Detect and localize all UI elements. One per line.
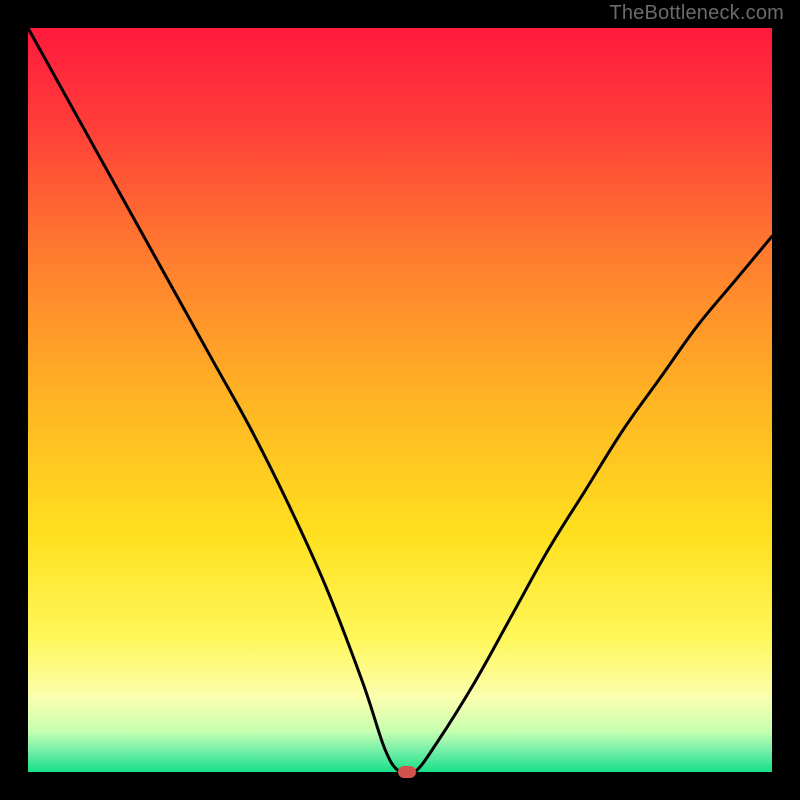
chart-frame: TheBottleneck.com xyxy=(0,0,800,800)
watermark-text: TheBottleneck.com xyxy=(609,2,784,25)
plot-area xyxy=(28,28,772,772)
gradient-background xyxy=(28,28,772,772)
optimal-marker xyxy=(398,766,416,778)
plot-svg xyxy=(28,28,772,772)
